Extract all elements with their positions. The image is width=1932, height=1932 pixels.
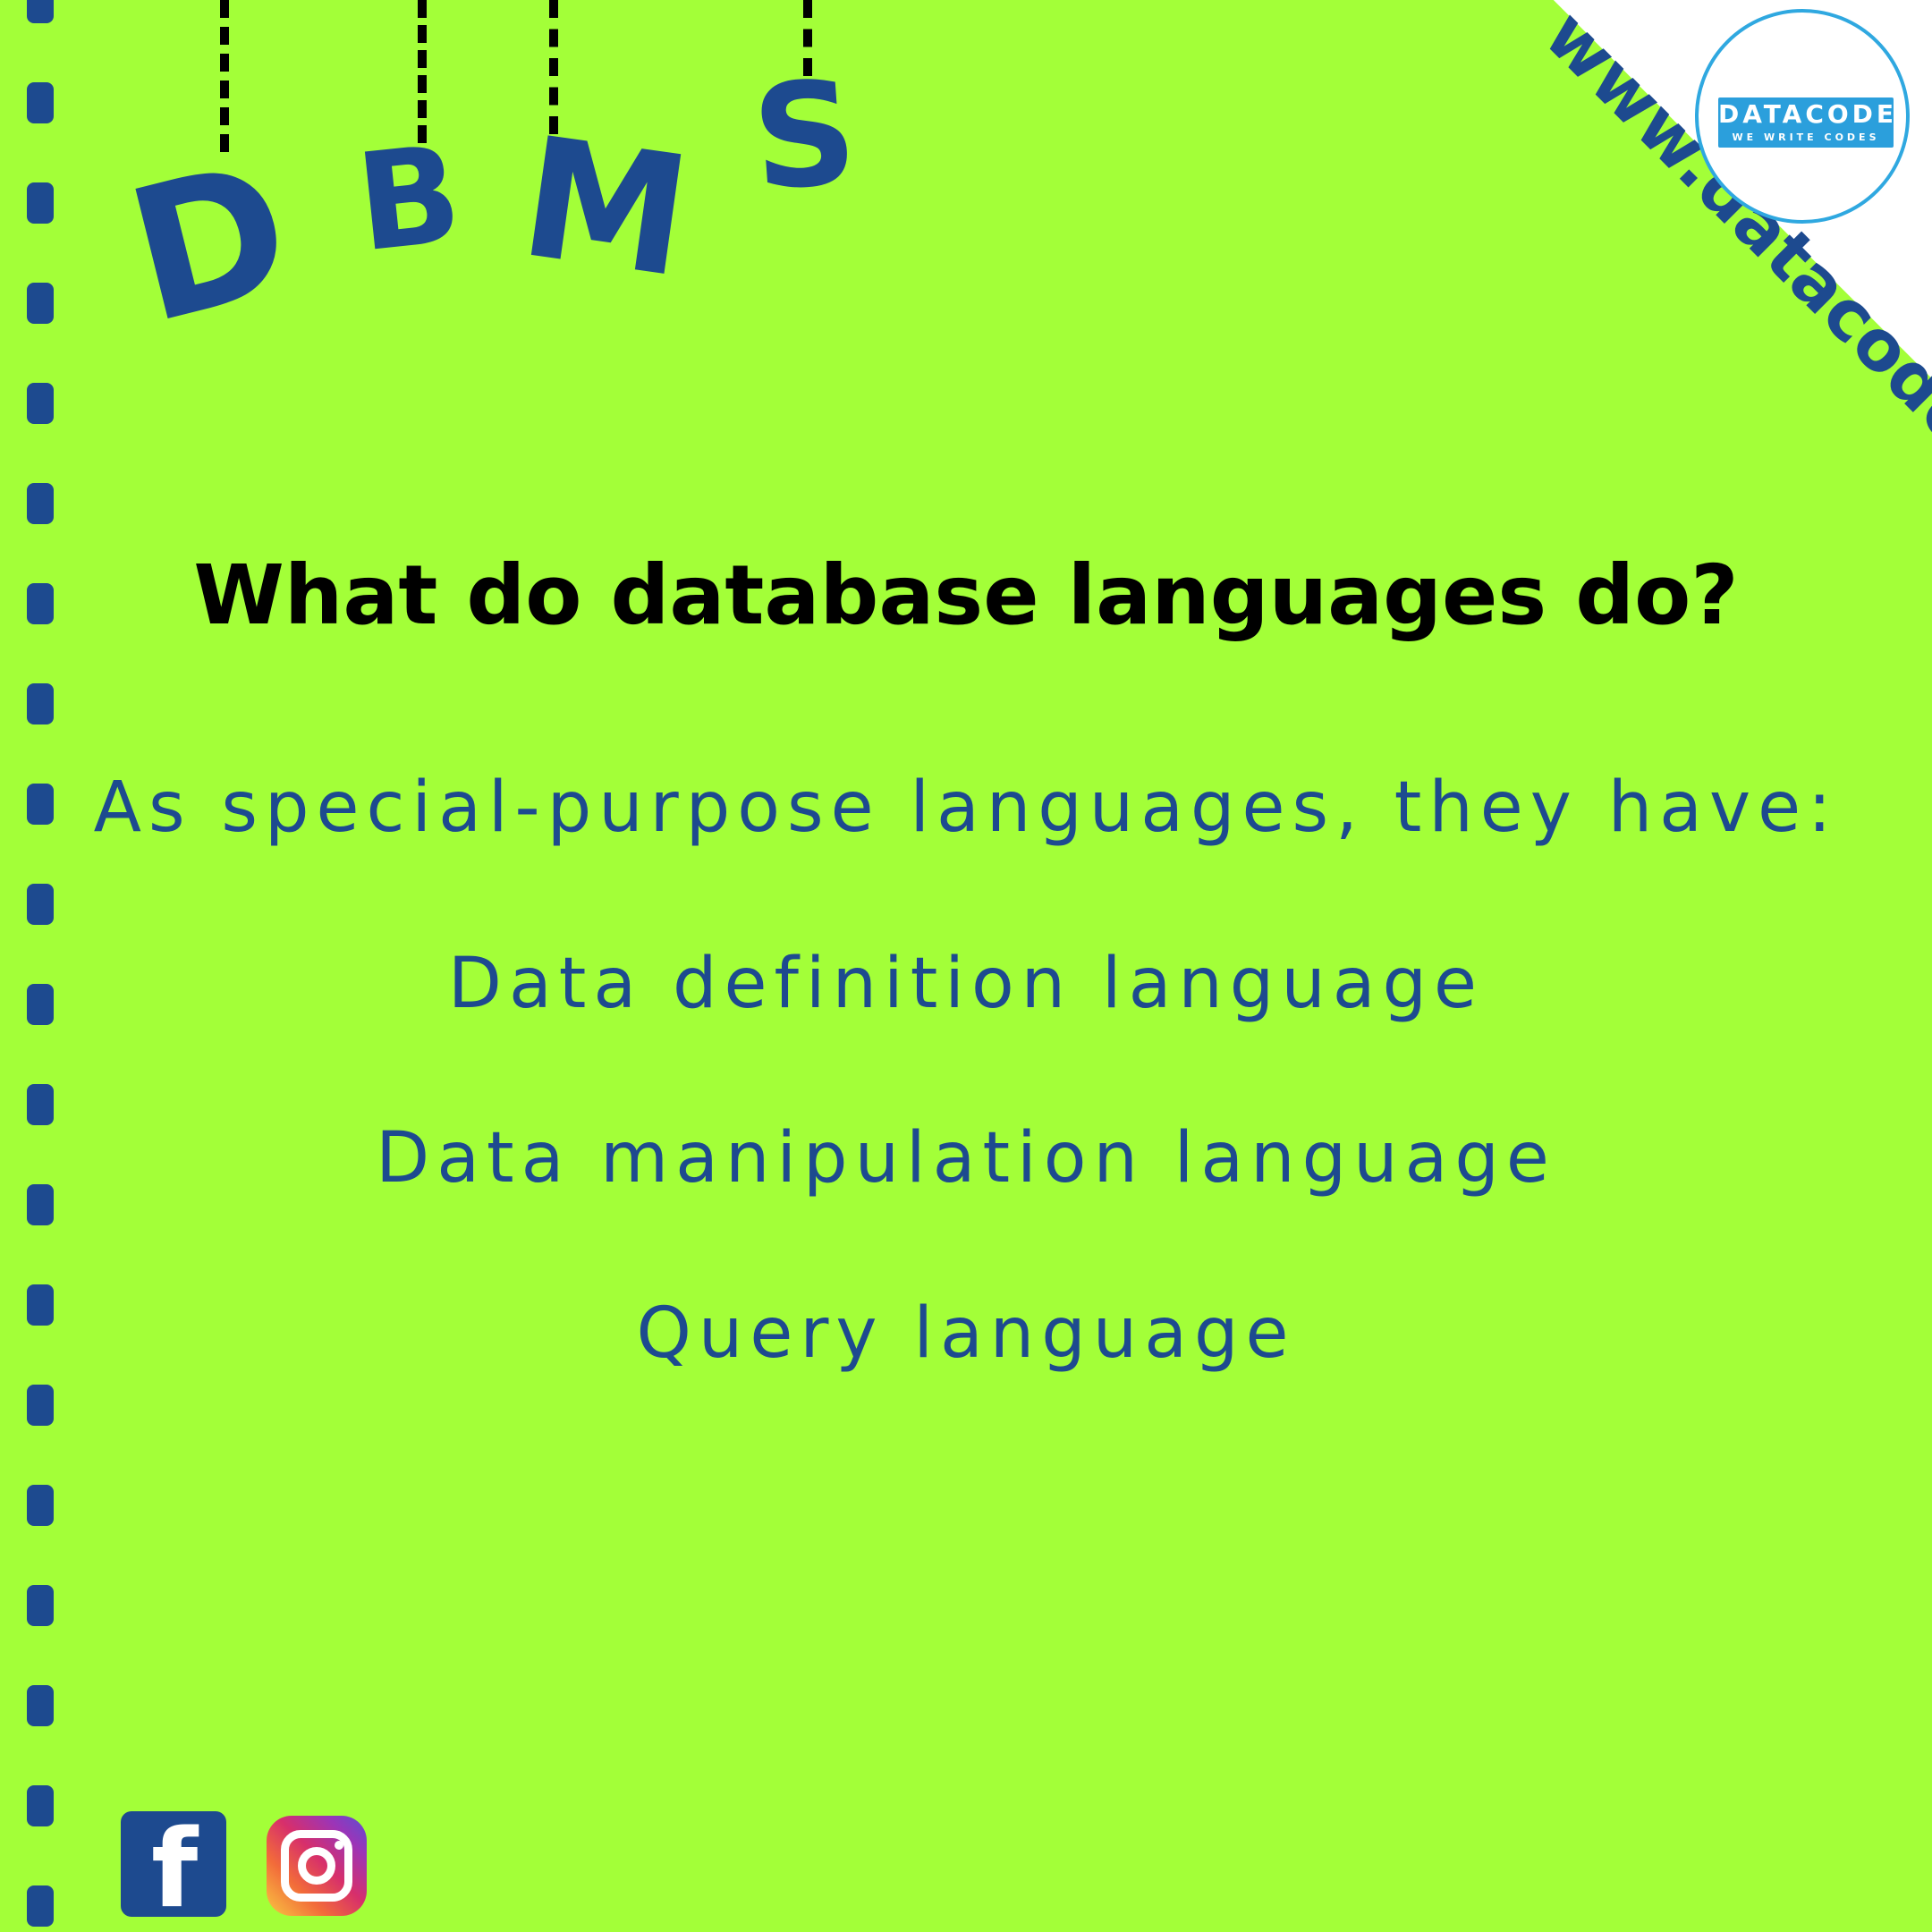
rail-dash: [27, 1885, 54, 1927]
instagram-dot: [335, 1841, 343, 1850]
rail-dash: [27, 383, 54, 424]
title-letter-s: S: [747, 48, 862, 223]
datacode-logo: DATACODE WE WRITE CODES: [1695, 9, 1910, 224]
title-letter-m: M: [510, 100, 701, 315]
title-letter-b: B: [350, 116, 469, 283]
list-item-ddl: Data definition language: [447, 944, 1485, 1024]
logo-badge: DATACODE WE WRITE CODES: [1718, 97, 1894, 148]
instagram-lens: [298, 1847, 335, 1885]
list-item-dml: Data manipulation language: [376, 1118, 1556, 1199]
rail-dash: [27, 0, 54, 23]
title-letter-d: D: [110, 121, 310, 366]
rail-dash: [27, 82, 54, 123]
page-heading: What do database languages do?: [193, 547, 1739, 643]
facebook-icon[interactable]: f: [121, 1811, 226, 1917]
rail-dash: [27, 1685, 54, 1726]
rail-dash: [27, 182, 54, 224]
rail-dash: [27, 683, 54, 724]
rail-dash: [27, 884, 54, 925]
rail-dash: [27, 1785, 54, 1826]
rail-dash: [27, 283, 54, 324]
intro-text: As special-purpose languages, they have:: [93, 767, 1839, 848]
rail-dash: [27, 483, 54, 524]
logo-name: DATACODE: [1718, 99, 1898, 129]
list-item-ql: Query language: [636, 1293, 1296, 1374]
rail-dash: [27, 1385, 54, 1426]
logo-tagline: WE WRITE CODES: [1732, 131, 1880, 143]
rail-dash: [27, 1585, 54, 1626]
instagram-icon[interactable]: [267, 1816, 367, 1916]
rail-dash: [27, 1485, 54, 1526]
